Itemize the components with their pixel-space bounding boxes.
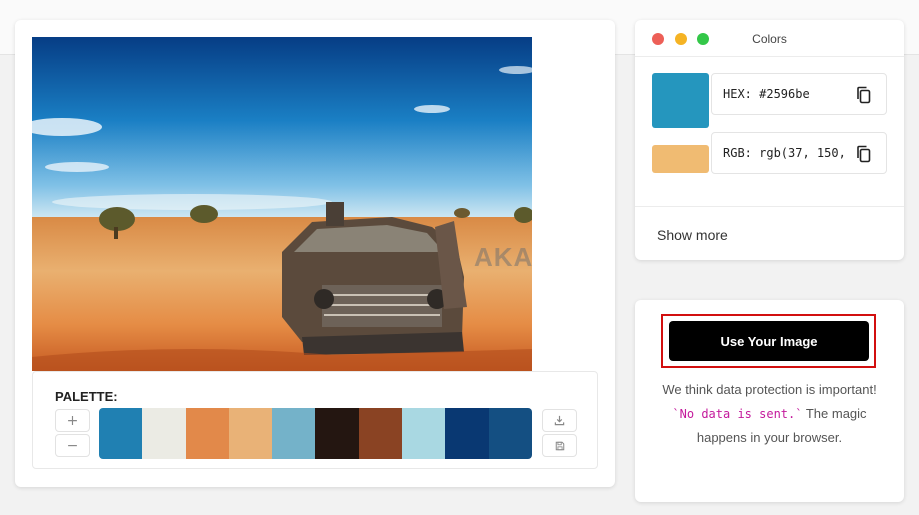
hex-code-value: HEX: #2596be — [723, 87, 810, 101]
palette-swatch[interactable] — [185, 408, 229, 459]
palette-swatch[interactable] — [358, 408, 403, 459]
download-palette-button[interactable] — [542, 409, 577, 432]
plus-icon: + — [66, 412, 79, 429]
color-chip-primary[interactable] — [652, 73, 709, 128]
remove-color-button[interactable]: − — [55, 434, 90, 457]
upload-panel: Use Your Image We think data protection … — [635, 300, 904, 502]
palette-panel: PALETTE: + − — [32, 371, 598, 469]
palette-swatches — [99, 408, 532, 459]
palette-swatch[interactable] — [228, 408, 273, 459]
rgb-code-field[interactable]: RGB: rgb(37, 150, 190) — [711, 132, 887, 174]
privacy-note-code: `No data is sent.` — [672, 407, 803, 421]
palette-swatch[interactable] — [315, 408, 359, 459]
colors-divider — [635, 206, 904, 207]
save-icon — [555, 441, 564, 450]
add-color-button[interactable]: + — [55, 409, 90, 432]
color-chip-secondary[interactable] — [652, 145, 709, 173]
image-card: AKAL PALETTE: + − — [15, 20, 615, 487]
palette-swatch[interactable] — [488, 408, 532, 459]
colors-titlebar: Colors — [635, 20, 904, 57]
colors-title: Colors — [752, 32, 787, 46]
palette-swatch[interactable] — [445, 408, 489, 459]
use-your-image-button[interactable]: Use Your Image — [669, 321, 869, 361]
download-icon — [554, 415, 565, 426]
show-more-link[interactable]: Show more — [657, 227, 728, 243]
palette-swatch[interactable] — [402, 408, 446, 459]
copy-icon[interactable] — [854, 144, 874, 164]
privacy-note-start: We think data protection is important! — [662, 382, 877, 397]
rgb-code-value: RGB: rgb(37, 150, 190) — [723, 146, 845, 160]
hex-code-field[interactable]: HEX: #2596be — [711, 73, 887, 115]
save-palette-button[interactable] — [542, 434, 577, 457]
image-watermark: AKAL — [474, 242, 532, 272]
palette-swatch[interactable] — [99, 408, 143, 459]
colors-panel: Colors HEX: #2596be RGB: rgb(37, 150, 19… — [635, 20, 904, 260]
privacy-note: We think data protection is important! `… — [655, 378, 884, 450]
copy-icon[interactable] — [854, 85, 874, 105]
palette-swatch[interactable] — [272, 408, 316, 459]
source-image: AKAL — [32, 37, 532, 371]
palette-title: PALETTE: — [55, 389, 118, 404]
minus-icon: − — [66, 437, 79, 454]
palette-swatch[interactable] — [142, 408, 186, 459]
